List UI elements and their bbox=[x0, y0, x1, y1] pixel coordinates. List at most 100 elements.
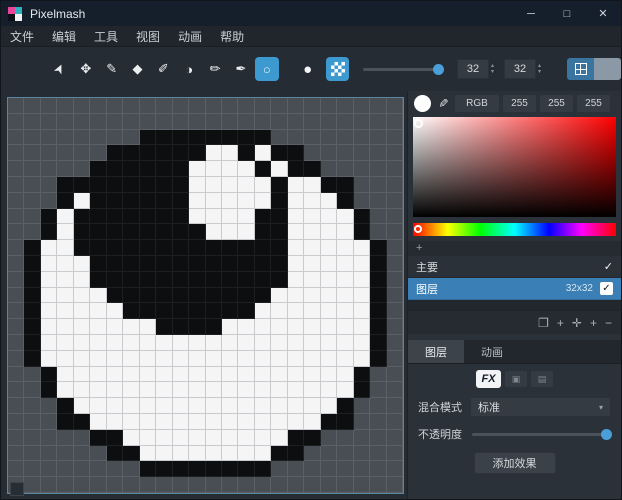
pixel-cell[interactable] bbox=[321, 209, 337, 225]
pixel-cell[interactable] bbox=[337, 367, 353, 383]
pixel-cell[interactable] bbox=[90, 288, 106, 304]
pixel-cell[interactable] bbox=[255, 446, 271, 462]
pixel-cell[interactable] bbox=[337, 335, 353, 351]
pixel-cell[interactable] bbox=[173, 430, 189, 446]
pixel-cell[interactable] bbox=[123, 430, 139, 446]
pixel-cell[interactable] bbox=[271, 240, 287, 256]
pixel-cell[interactable] bbox=[222, 161, 238, 177]
pixel-cell[interactable] bbox=[354, 114, 370, 130]
pixel-cell[interactable] bbox=[189, 461, 205, 477]
pixel-cell[interactable] bbox=[123, 272, 139, 288]
pixel-cell[interactable] bbox=[304, 193, 320, 209]
sv-picker-knob[interactable] bbox=[414, 119, 423, 128]
pixel-cell[interactable] bbox=[24, 335, 40, 351]
pixel-cell[interactable] bbox=[8, 224, 24, 240]
pixel-cell[interactable] bbox=[271, 367, 287, 383]
pixel-cell[interactable] bbox=[189, 256, 205, 272]
pixel-cell[interactable] bbox=[354, 240, 370, 256]
fx-option-2-button[interactable]: ▤ bbox=[531, 371, 553, 387]
pixel-cell[interactable] bbox=[354, 272, 370, 288]
pixel-cell[interactable] bbox=[288, 240, 304, 256]
pixel-cell[interactable] bbox=[304, 477, 320, 493]
pixel-cell[interactable] bbox=[107, 177, 123, 193]
pixel-cell[interactable] bbox=[90, 209, 106, 225]
pixel-cell[interactable] bbox=[288, 319, 304, 335]
pixel-cell[interactable] bbox=[57, 130, 73, 146]
pixel-cell[interactable] bbox=[57, 224, 73, 240]
pixel-cell[interactable] bbox=[288, 272, 304, 288]
pixel-cell[interactable] bbox=[370, 414, 386, 430]
pixel-cell[interactable] bbox=[140, 414, 156, 430]
pixel-cell[interactable] bbox=[206, 398, 222, 414]
pixel-cell[interactable] bbox=[321, 193, 337, 209]
pixel-cell[interactable] bbox=[107, 224, 123, 240]
brush-size-slider-knob[interactable] bbox=[433, 64, 444, 75]
pixel-cell[interactable] bbox=[271, 288, 287, 304]
pixel-cell[interactable] bbox=[57, 351, 73, 367]
maximize-button[interactable]: □ bbox=[549, 1, 585, 26]
pixel-cell[interactable] bbox=[189, 193, 205, 209]
add-layer-button[interactable]: + bbox=[557, 317, 564, 329]
pixel-cell[interactable] bbox=[354, 477, 370, 493]
pixel-cell[interactable] bbox=[24, 177, 40, 193]
pixel-cell[interactable] bbox=[123, 256, 139, 272]
pixel-cell[interactable] bbox=[387, 98, 403, 114]
pixel-cell[interactable] bbox=[238, 209, 254, 225]
hue-slider[interactable] bbox=[413, 223, 616, 236]
pixel-cell[interactable] bbox=[271, 382, 287, 398]
pixel-cell[interactable] bbox=[74, 414, 90, 430]
pixel-cell[interactable] bbox=[74, 477, 90, 493]
pixel-cell[interactable] bbox=[90, 414, 106, 430]
pixel-cell[interactable] bbox=[41, 461, 57, 477]
pixel-cell[interactable] bbox=[255, 351, 271, 367]
pixel-cell[interactable] bbox=[74, 256, 90, 272]
pixel-cell[interactable] bbox=[140, 161, 156, 177]
pixel-cell[interactable] bbox=[173, 319, 189, 335]
pixel-cell[interactable] bbox=[387, 303, 403, 319]
pixel-cell[interactable] bbox=[173, 130, 189, 146]
pixel-cell[interactable] bbox=[370, 446, 386, 462]
pixel-cell[interactable] bbox=[156, 367, 172, 383]
pixel-cell[interactable] bbox=[140, 256, 156, 272]
pixel-cell[interactable] bbox=[41, 114, 57, 130]
pixel-cell[interactable] bbox=[222, 288, 238, 304]
pixel-cell[interactable] bbox=[288, 382, 304, 398]
pixel-cell[interactable] bbox=[123, 161, 139, 177]
pixel-cell[interactable] bbox=[206, 461, 222, 477]
pixel-cell[interactable] bbox=[156, 145, 172, 161]
pixel-cell[interactable] bbox=[107, 398, 123, 414]
pixel-cell[interactable] bbox=[140, 193, 156, 209]
pixel-cell[interactable] bbox=[74, 224, 90, 240]
pixel-cell[interactable] bbox=[222, 193, 238, 209]
pixel-cell[interactable] bbox=[156, 461, 172, 477]
pixel-cell[interactable] bbox=[189, 209, 205, 225]
opacity-slider[interactable] bbox=[472, 433, 611, 436]
pixel-cell[interactable] bbox=[271, 98, 287, 114]
pixel-cell[interactable] bbox=[24, 398, 40, 414]
select-tool[interactable]: ➤ bbox=[48, 57, 72, 81]
minimize-button[interactable]: ─ bbox=[513, 1, 549, 26]
pixel-cell[interactable] bbox=[189, 319, 205, 335]
pixel-cell[interactable] bbox=[41, 382, 57, 398]
pixel-cell[interactable] bbox=[337, 414, 353, 430]
pixel-cell[interactable] bbox=[206, 98, 222, 114]
pixel-cell[interactable] bbox=[337, 209, 353, 225]
pixel-cell[interactable] bbox=[57, 98, 73, 114]
opacity-slider-knob[interactable] bbox=[601, 429, 612, 440]
pixel-cell[interactable] bbox=[57, 303, 73, 319]
pixel-cell[interactable] bbox=[321, 256, 337, 272]
pixel-cell[interactable] bbox=[107, 193, 123, 209]
pixel-cell[interactable] bbox=[41, 398, 57, 414]
pixel-cell[interactable] bbox=[173, 414, 189, 430]
pixel-cell[interactable] bbox=[8, 177, 24, 193]
pixel-cell[interactable] bbox=[337, 161, 353, 177]
pixel-cell[interactable] bbox=[90, 303, 106, 319]
pixel-cell[interactable] bbox=[107, 367, 123, 383]
pixel-cell[interactable] bbox=[238, 335, 254, 351]
pixel-cell[interactable] bbox=[74, 461, 90, 477]
pixel-cell[interactable] bbox=[255, 161, 271, 177]
pixel-cell[interactable] bbox=[173, 461, 189, 477]
fx-button[interactable]: FX bbox=[476, 370, 501, 388]
pixel-cell[interactable] bbox=[387, 224, 403, 240]
pixel-cell[interactable] bbox=[107, 319, 123, 335]
